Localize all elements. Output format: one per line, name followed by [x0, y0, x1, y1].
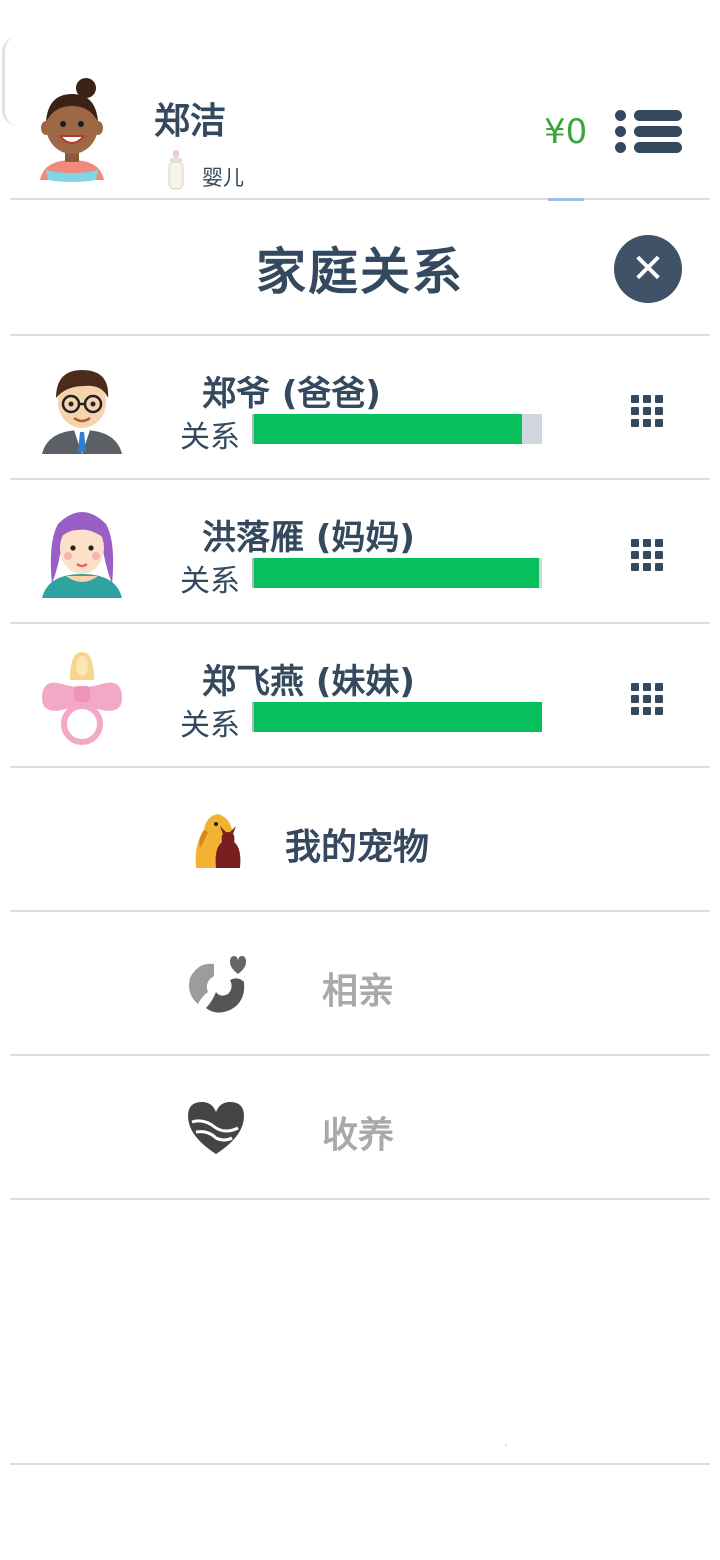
player-name: 郑洁: [154, 101, 227, 142]
grid-dot: [643, 683, 651, 691]
player-header: 郑洁 婴儿 ¥0: [0, 0, 720, 201]
grid-dot: [655, 563, 663, 571]
grid-dot: [643, 695, 651, 703]
grid-dot: [655, 551, 663, 559]
mother-avatar-icon: [42, 512, 122, 598]
grid-dot: [643, 407, 651, 415]
grid-dot: [631, 419, 639, 427]
relation-bar-fill: [254, 702, 542, 732]
relation-label: 关系: [180, 420, 240, 455]
grid-dot: [631, 551, 639, 559]
couple-icon: [189, 956, 246, 1013]
edge-decoration: [2, 36, 23, 126]
grid-dot: [643, 395, 651, 403]
relation-label: 关系: [180, 564, 240, 599]
header-divider: [10, 198, 710, 200]
grid-dot: [643, 707, 651, 715]
speck: [505, 1444, 507, 1446]
grid-menu-icon[interactable]: [630, 682, 664, 716]
money-balance: ¥0: [544, 112, 588, 152]
close-icon: ✕: [631, 246, 665, 292]
relation-bar-fill: [254, 558, 539, 588]
baby-bottle-icon: [168, 150, 184, 190]
heart-hands-icon: [188, 1102, 244, 1154]
life-stage: 婴儿: [202, 166, 244, 190]
grid-dot: [631, 683, 639, 691]
family-member-name: 洪落雁 (妈妈): [202, 518, 415, 558]
action-label: 我的宠物: [285, 827, 430, 868]
grid-dot: [655, 683, 663, 691]
grid-dot: [655, 695, 663, 703]
relation-bar: [252, 702, 542, 732]
family-member-row-father[interactable]: 郑爷 (爸爸) 关系: [10, 336, 710, 480]
grid-dot: [631, 407, 639, 415]
grid-dot: [655, 407, 663, 415]
grid-dot: [631, 395, 639, 403]
family-member-row-sister[interactable]: 郑飞燕 (妹妹) 关系: [10, 624, 710, 768]
family-member-row-mother[interactable]: 洪落雁 (妈妈) 关系: [10, 480, 710, 624]
relation-bar-fill: [254, 414, 522, 444]
grid-dot: [631, 695, 639, 703]
pet-icon: [195, 814, 241, 868]
family-member-name: 郑爷 (爸爸): [202, 374, 381, 414]
modal-title: 家庭关系: [256, 243, 464, 301]
grid-dot: [655, 395, 663, 403]
girl-avatar-icon: [40, 78, 104, 182]
grid-menu-icon[interactable]: [630, 538, 664, 572]
relation-bar: [252, 558, 542, 588]
matchmaking-button[interactable]: 相亲: [10, 912, 710, 1056]
list-menu-icon[interactable]: [612, 104, 684, 160]
grid-dot: [643, 563, 651, 571]
action-label: 相亲: [322, 971, 395, 1012]
my-pets-button[interactable]: 我的宠物: [10, 768, 710, 912]
scroll-indicator: [548, 198, 584, 201]
grid-dot: [631, 707, 639, 715]
family-member-name: 郑飞燕 (妹妹): [202, 662, 415, 702]
footer-divider: [10, 1463, 710, 1465]
relation-bar: [252, 414, 542, 444]
grid-dot: [643, 419, 651, 427]
grid-dot: [643, 539, 651, 547]
pacifier-icon: [42, 652, 122, 745]
grid-menu-icon[interactable]: [630, 394, 664, 428]
grid-dot: [631, 539, 639, 547]
grid-dot: [631, 563, 639, 571]
grid-dot: [643, 551, 651, 559]
family-relations-screen: 郑洁 婴儿 ¥0 家庭关系 ✕ 郑爷 (爸爸) 关系 洪落雁 (妈妈) 关系 郑…: [0, 0, 720, 1560]
grid-dot: [655, 539, 663, 547]
close-button[interactable]: ✕: [614, 235, 682, 303]
adoption-button[interactable]: 收养: [10, 1056, 710, 1200]
grid-dot: [655, 419, 663, 427]
row-divider: [10, 1198, 710, 1200]
father-avatar-icon: [42, 370, 122, 454]
action-label: 收养: [322, 1115, 395, 1156]
grid-dot: [655, 707, 663, 715]
relation-label: 关系: [180, 708, 240, 743]
